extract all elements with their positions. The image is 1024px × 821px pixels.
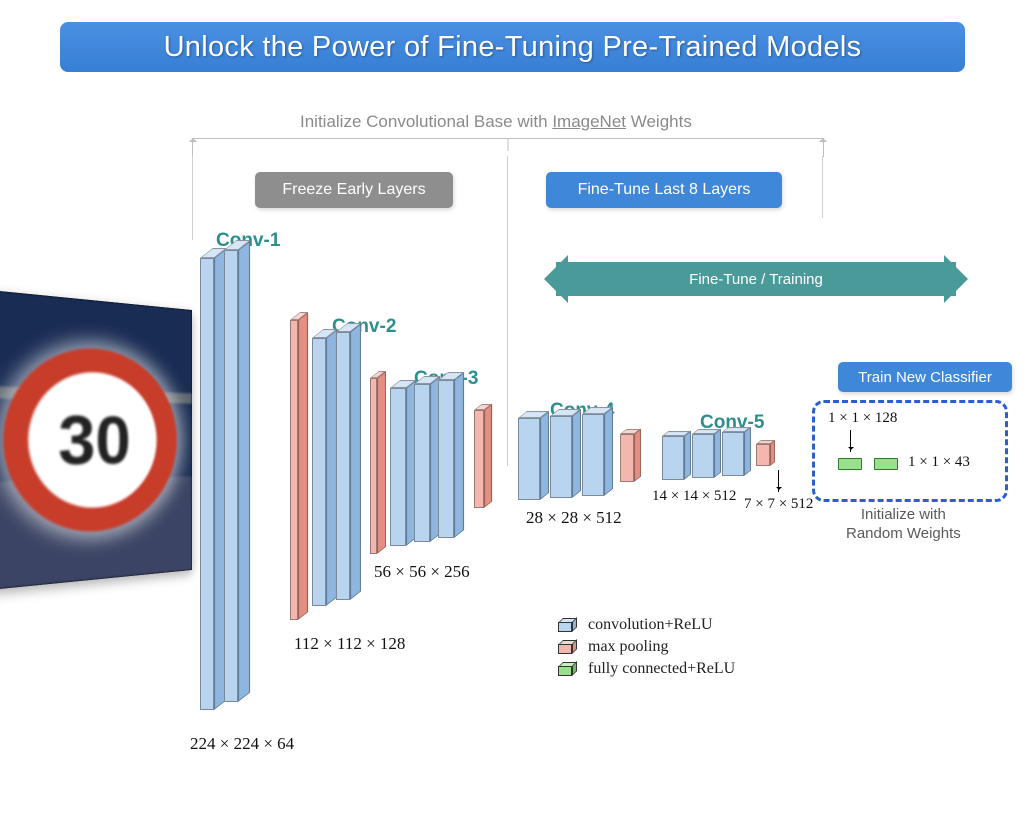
arrow-finetune-label: Fine-Tune / Training xyxy=(689,271,823,288)
legend-conv-label: convolution+ReLU xyxy=(588,616,713,634)
dim-conv4: 28 × 28 × 512 xyxy=(526,508,622,528)
arrow-pool-out xyxy=(778,470,779,492)
dim-conv2: 112 × 112 × 128 xyxy=(294,634,405,654)
pill-finetune-last: Fine-Tune Last 8 Layers xyxy=(546,172,782,208)
page-title: Unlock the Power of Fine-Tuning Pre-Trai… xyxy=(60,22,965,72)
subtitle: Initialize Convolutional Base with Image… xyxy=(300,112,692,132)
legend: convolution+ReLU max pooling fully conne… xyxy=(558,614,735,680)
fc-chip-2 xyxy=(874,458,898,470)
label-init-random: Initialize withRandom Weights xyxy=(846,506,961,544)
subtitle-prefix: Initialize Convolutional Base with xyxy=(300,112,552,131)
bracket-conv-base xyxy=(192,138,824,157)
subtitle-imagenet: ImageNet xyxy=(552,112,626,131)
subtitle-suffix: Weights xyxy=(626,112,692,131)
dim-conv5: 14 × 14 × 512 xyxy=(652,488,736,505)
arrow-finetune: Fine-Tune / Training xyxy=(556,262,956,296)
legend-fc-label: fully connected+ReLU xyxy=(588,660,735,678)
pill-train-classifier: Train New Classifier xyxy=(838,362,1012,392)
fc-chip-1 xyxy=(838,458,862,470)
vline-left xyxy=(192,156,193,240)
dim-fc1: 1 × 1 × 128 xyxy=(828,410,897,427)
legend-conv: convolution+ReLU xyxy=(558,614,735,636)
legend-pool-label: max pooling xyxy=(588,638,668,656)
dim-conv1: 224 × 224 × 64 xyxy=(190,734,294,754)
dim-pool-out: 7 × 7 × 512 xyxy=(744,496,813,513)
vline-mid xyxy=(507,156,508,466)
pill-freeze: Freeze Early Layers xyxy=(255,172,453,208)
dim-fc2: 1 × 1 × 43 xyxy=(908,454,970,471)
legend-fc: fully connected+ReLU xyxy=(558,658,735,680)
vline-right xyxy=(822,156,823,218)
input-image: 30 xyxy=(0,289,192,590)
legend-pool: max pooling xyxy=(558,636,735,658)
dim-conv3: 56 × 56 × 256 xyxy=(374,562,470,582)
arrow-fc1 xyxy=(850,430,851,452)
